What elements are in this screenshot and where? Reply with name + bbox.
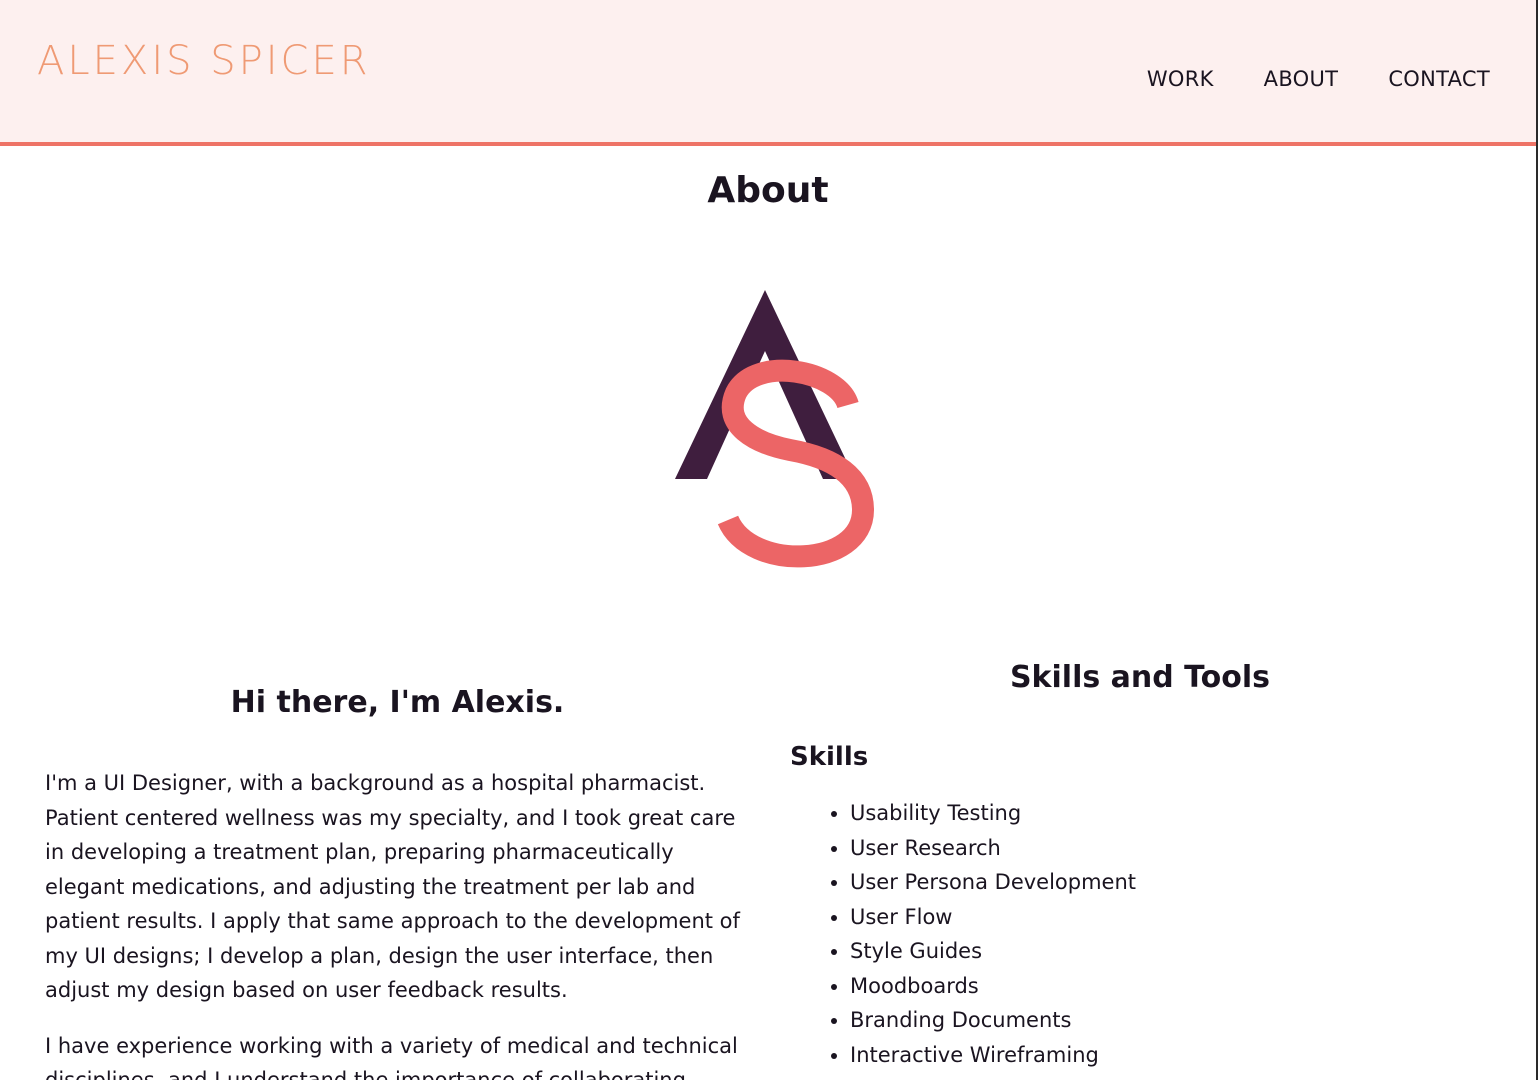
skill-item: Interactive Wireframing [850,1038,1490,1073]
site-header: ALEXIS SPICER WORK ABOUT CONTACT [0,0,1536,146]
skill-item: Usability Testing [850,796,1490,831]
nav-contact[interactable]: CONTACT [1388,64,1490,94]
as-monogram-logo [675,290,875,568]
skills-tools-heading: Skills and Tools [1009,660,1271,695]
page-title: About [707,170,829,211]
about-page: ALEXIS SPICER WORK ABOUT CONTACT About H… [0,0,1538,1080]
skill-item: User Flow [850,900,1490,935]
brand-logo-link[interactable]: ALEXIS SPICER [37,38,371,84]
skills-tools-section: Skills and Tools Skills Usability Testin… [790,656,1490,1072]
intro-paragraph-2: I have experience working with a variety… [45,1033,738,1080]
nav-work[interactable]: WORK [1147,64,1214,94]
main-nav: WORK ABOUT CONTACT [1097,64,1490,94]
skill-item: Branding Documents [850,1003,1490,1038]
nav-about[interactable]: ABOUT [1264,64,1339,94]
intro-section: Hi there, I'm Alexis. I'm a UI Designer,… [45,680,750,1080]
intro-heading: Hi there, I'm Alexis. [230,685,565,720]
skills-list: Usability Testing User Research User Per… [790,796,1490,1072]
skill-item: Style Guides [850,934,1490,969]
skill-item: User Research [850,831,1490,866]
skill-item: User Persona Development [850,865,1490,900]
skill-item: Moodboards [850,969,1490,1004]
skills-subheading: Skills [790,742,869,772]
intro-paragraph-1: I'm a UI Designer, with a background as … [45,771,740,1002]
